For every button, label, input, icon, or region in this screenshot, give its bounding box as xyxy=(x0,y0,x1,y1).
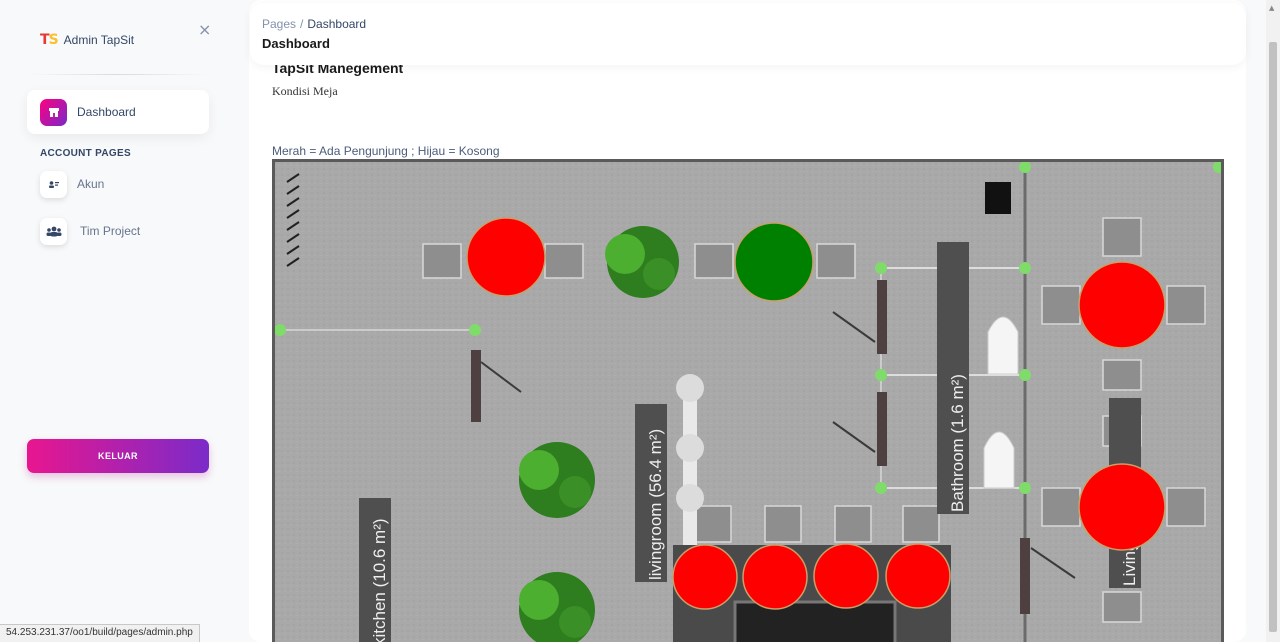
room-label-kitchen: kitchen (10.6 m²) xyxy=(370,518,389,642)
room-label-bathroom-1: Bathroom (1.6 m²) xyxy=(948,374,967,512)
room-label-livingroom: livingroom (56.4 m²) xyxy=(646,429,665,580)
top-navbar: Pages / Dashboard Dashboard xyxy=(250,3,1246,65)
breadcrumb-pages-link[interactable]: Pages xyxy=(262,17,296,31)
close-sidebar-icon[interactable]: × xyxy=(198,20,211,39)
scrollbar-thumb[interactable] xyxy=(1269,42,1277,632)
sidebar-item-label: Dashboard xyxy=(77,105,136,119)
sidebar-item-tim-project[interactable]: Tim Project xyxy=(27,209,209,253)
table-marker-meja-3[interactable] xyxy=(1078,261,1166,349)
divider xyxy=(28,74,208,75)
table-marker-meja-1[interactable] xyxy=(466,217,546,297)
brand-logo: TS xyxy=(40,32,59,48)
status-legend: Merah = Ada Pengunjung ; Hijau = Kosong xyxy=(272,144,500,158)
id-card-icon xyxy=(40,170,67,198)
table-marker-meja-6[interactable] xyxy=(742,544,808,610)
sidebar-item-label: Akun xyxy=(77,177,105,191)
table-marker-meja-8[interactable] xyxy=(885,543,951,609)
scrollbar[interactable]: ▲ xyxy=(1266,0,1280,642)
breadcrumb-separator: / xyxy=(300,17,304,31)
table-marker-meja-7[interactable] xyxy=(813,543,879,609)
scroll-up-icon[interactable]: ▲ xyxy=(1269,4,1274,12)
floor-plan-drawing: livingroom (56.4 m²) Bathroom (1.6 m²) k… xyxy=(275,162,1221,642)
status-bar-url: 54.253.231.37/oo1/build/pages/admin.php xyxy=(0,624,200,642)
breadcrumb: Pages / Dashboard xyxy=(262,17,366,31)
store-icon xyxy=(40,98,67,126)
logout-button[interactable]: KELUAR xyxy=(27,439,209,473)
section-title-account-pages: ACCOUNT PAGES xyxy=(40,148,131,159)
sidebar-item-akun[interactable]: Akun xyxy=(27,162,209,206)
floor-plan: livingroom (56.4 m²) Bathroom (1.6 m²) k… xyxy=(272,159,1224,642)
table-marker-meja-4[interactable] xyxy=(1078,463,1166,551)
sidebar-item-dashboard[interactable]: Dashboard xyxy=(27,90,209,134)
table-marker-meja-2[interactable] xyxy=(734,222,814,302)
page-title: Dashboard xyxy=(262,36,330,51)
card-subtitle: Kondisi Meja xyxy=(272,84,338,98)
brand-name: Admin TapSit xyxy=(63,33,135,47)
brand[interactable]: TS Admin TapSit xyxy=(40,32,134,48)
sidebar-item-label: Tim Project xyxy=(80,224,141,238)
breadcrumb-current: Dashboard xyxy=(307,17,367,31)
table-marker-meja-5[interactable] xyxy=(672,544,738,610)
users-icon xyxy=(40,217,67,245)
sidebar: TS Admin TapSit × Dashboard ACCOUNT PAGE… xyxy=(0,0,236,642)
counter-inner xyxy=(733,600,897,642)
